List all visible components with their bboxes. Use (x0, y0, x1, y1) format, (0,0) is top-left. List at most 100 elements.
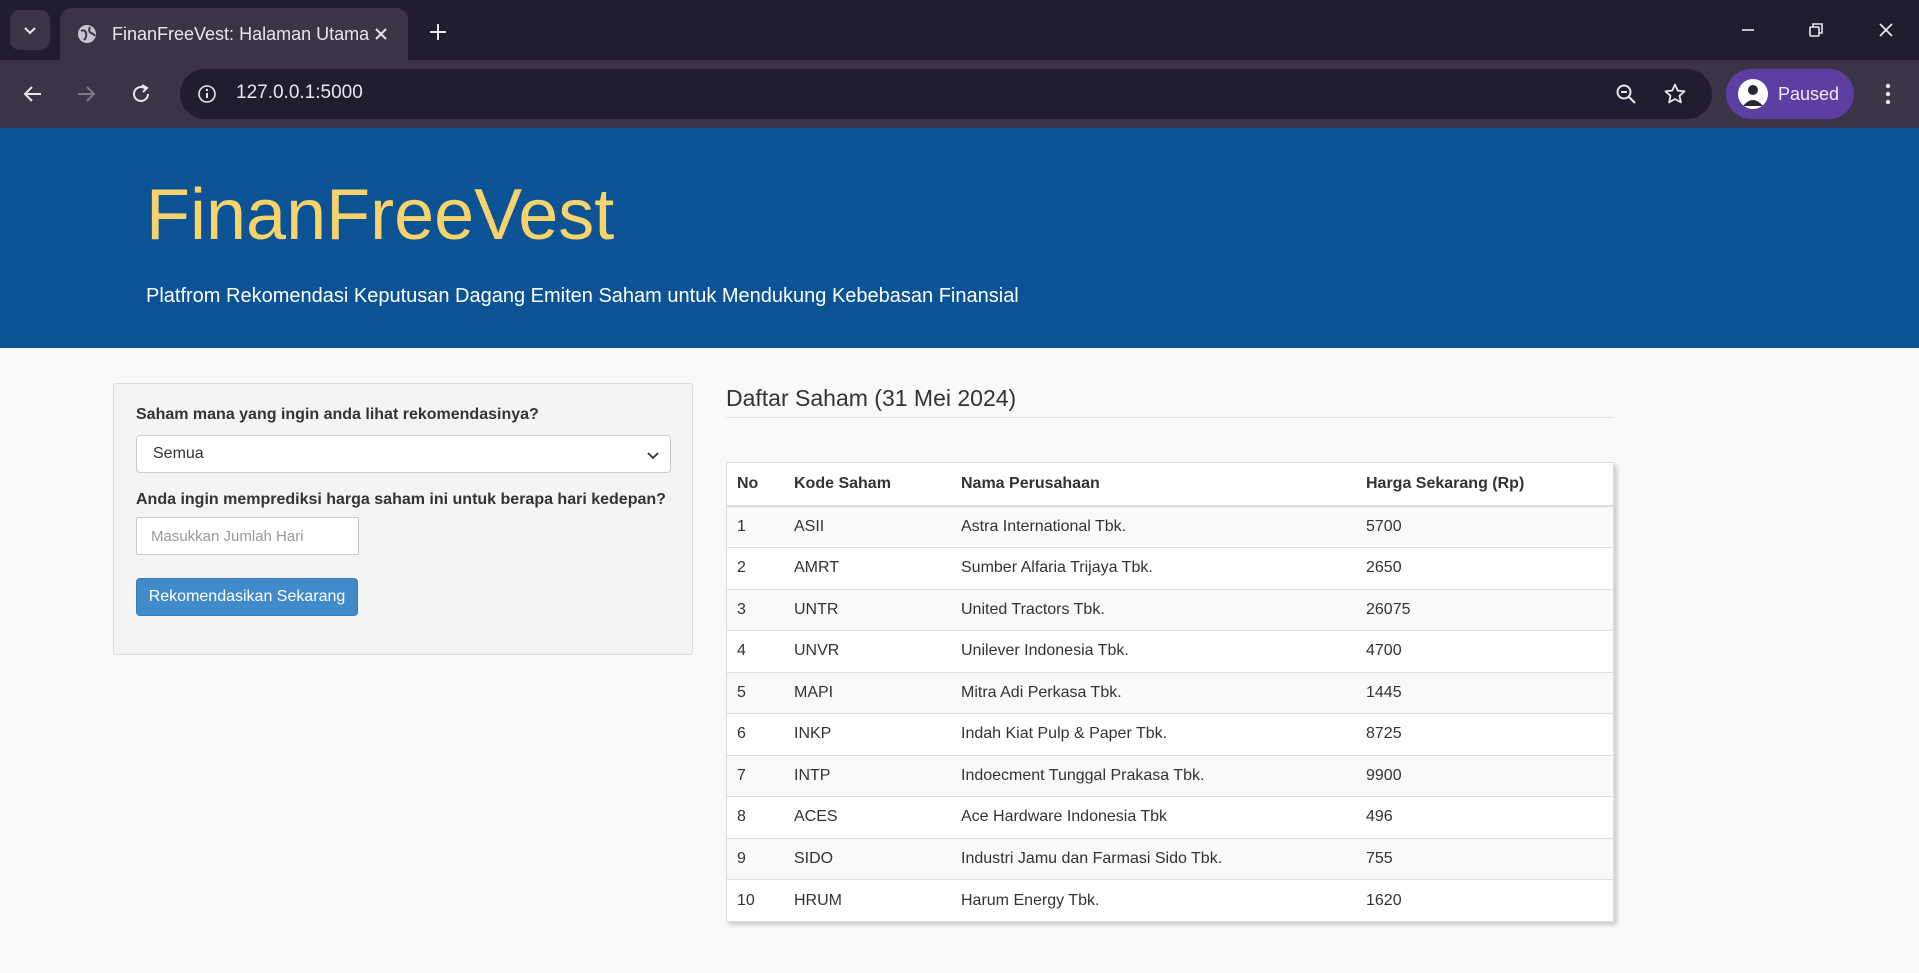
cell-price: 755 (1356, 837, 1613, 880)
cell-code: AMRT (784, 547, 951, 589)
cell-no: 5 (727, 671, 784, 714)
close-window-button[interactable] (1866, 10, 1906, 50)
table-row: 7 INTP Indoecment Tunggal Prakasa Tbk. 9… (727, 754, 1613, 797)
table-row: 8 ACES Ace Hardware Indonesia Tbk 496 (727, 796, 1613, 838)
cell-code: UNTR (784, 588, 951, 631)
forward-button[interactable] (66, 74, 106, 114)
cell-name: Industri Jamu dan Farmasi Sido Tbk. (951, 837, 1356, 880)
column-header-code: Kode Saham (784, 463, 951, 507)
globe-icon (76, 23, 98, 45)
cell-price: 1445 (1356, 671, 1613, 714)
cell-no: 8 (727, 796, 784, 838)
restore-icon (1809, 23, 1823, 37)
table-row: 4 UNVR Unilever Indonesia Tbk. 4700 (727, 630, 1613, 672)
zoom-button[interactable] (1609, 77, 1643, 111)
close-tab-icon[interactable] (370, 23, 392, 45)
plus-icon (430, 24, 446, 40)
cell-price: 496 (1356, 796, 1613, 838)
cell-name: United Tractors Tbk. (951, 588, 1356, 631)
cell-price: 8725 (1356, 713, 1613, 755)
tagline: Platfrom Rekomendasi Keputusan Dagang Em… (146, 285, 1019, 307)
avatar-icon (1738, 79, 1768, 109)
reload-icon (133, 84, 149, 102)
table-row: 1 ASII Astra International Tbk. 5700 (727, 505, 1613, 548)
cell-code: MAPI (784, 671, 951, 714)
back-button[interactable] (13, 74, 53, 114)
cell-name: Indoecment Tunggal Prakasa Tbk. (951, 754, 1356, 797)
url-text[interactable]: 127.0.0.1:5000 (236, 82, 363, 104)
cell-code: INKP (784, 713, 951, 755)
stock-table: No Kode Saham Nama Perusahaan Harga Seka… (726, 462, 1614, 922)
cell-name: Mitra Adi Perkasa Tbk. (951, 671, 1356, 714)
profile-button[interactable]: Paused (1726, 69, 1854, 119)
table-row: 9 SIDO Industri Jamu dan Farmasi Sido Tb… (727, 837, 1613, 880)
cell-name: Unilever Indonesia Tbk. (951, 630, 1356, 672)
column-header-no: No (727, 463, 784, 507)
recommendation-form: Saham mana yang ingin anda lihat rekomen… (113, 383, 693, 655)
cell-name: Astra International Tbk. (951, 505, 1356, 548)
browser-toolbar: 127.0.0.1:5000 Paused (0, 60, 1919, 128)
table-header-row: No Kode Saham Nama Perusahaan Harga Seka… (727, 463, 1613, 507)
minimize-button[interactable] (1728, 10, 1768, 50)
cell-price: 2650 (1356, 547, 1613, 589)
arrow-left-icon (23, 86, 41, 102)
cell-code: HRUM (784, 879, 951, 921)
brand-title: FinanFreeVest (146, 175, 615, 255)
cell-no: 7 (727, 754, 784, 797)
table-row: 2 AMRT Sumber Alfaria Trijaya Tbk. 2650 (727, 547, 1613, 589)
browser-menu-button[interactable] (1870, 74, 1906, 114)
days-input[interactable] (136, 517, 359, 555)
cell-price: 26075 (1356, 588, 1613, 631)
divider (726, 417, 1613, 418)
cell-price: 5700 (1356, 505, 1613, 548)
cell-code: INTP (784, 754, 951, 797)
site-info-button[interactable] (190, 77, 224, 111)
new-tab-button[interactable] (420, 14, 456, 50)
recommend-button[interactable]: Rekomendasikan Sekarang (136, 578, 358, 616)
arrow-right-icon (78, 86, 96, 102)
browser-tab-strip: FinanFreeVest: Halaman Utama (0, 0, 1919, 60)
zoom-out-icon (1616, 84, 1636, 104)
cell-code: UNVR (784, 630, 951, 672)
close-icon (1879, 23, 1893, 37)
stock-select-label: Saham mana yang ingin anda lihat rekomen… (136, 406, 539, 423)
browser-tab[interactable]: FinanFreeVest: Halaman Utama (60, 8, 408, 60)
chevron-down-icon (647, 452, 659, 460)
bookmark-button[interactable] (1658, 77, 1692, 111)
table-row: 3 UNTR United Tractors Tbk. 26075 (727, 588, 1613, 631)
stock-list-title: Daftar Saham (31 Mei 2024) (726, 385, 1017, 411)
cell-no: 3 (727, 588, 784, 631)
cell-code: SIDO (784, 837, 951, 880)
cell-code: ASII (784, 505, 951, 548)
restore-button[interactable] (1796, 10, 1836, 50)
cell-no: 6 (727, 713, 784, 755)
cell-no: 9 (727, 837, 784, 880)
cell-no: 4 (727, 630, 784, 672)
cell-name: Sumber Alfaria Trijaya Tbk. (951, 547, 1356, 589)
cell-price: 4700 (1356, 630, 1613, 672)
stock-select[interactable]: Semua (136, 435, 671, 473)
more-vertical-icon (1885, 83, 1891, 105)
table-row: 10 HRUM Harum Energy Tbk. 1620 (727, 879, 1613, 921)
cell-name: Ace Hardware Indonesia Tbk (951, 796, 1356, 838)
reload-button[interactable] (121, 74, 161, 114)
tab-search-button[interactable] (10, 10, 50, 50)
address-bar[interactable]: 127.0.0.1:5000 (180, 69, 1712, 119)
column-header-price: Harga Sekarang (Rp) (1356, 463, 1613, 507)
chevron-down-icon (24, 27, 36, 35)
cell-no: 2 (727, 547, 784, 589)
minimize-icon (1742, 29, 1754, 31)
cell-price: 9900 (1356, 754, 1613, 797)
column-header-name: Nama Perusahaan (951, 463, 1356, 507)
table-row: 5 MAPI Mitra Adi Perkasa Tbk. 1445 (727, 671, 1613, 714)
cell-code: ACES (784, 796, 951, 838)
cell-no: 10 (727, 879, 784, 921)
star-icon (1664, 83, 1686, 104)
tab-title: FinanFreeVest: Halaman Utama (112, 23, 370, 44)
days-input-label: Anda ingin memprediksi harga saham ini u… (136, 491, 666, 508)
table-row: 6 INKP Indah Kiat Pulp & Paper Tbk. 8725 (727, 713, 1613, 755)
info-icon (198, 85, 216, 103)
cell-price: 1620 (1356, 879, 1613, 921)
profile-status: Paused (1778, 83, 1840, 104)
stock-select-value: Semua (153, 445, 204, 462)
